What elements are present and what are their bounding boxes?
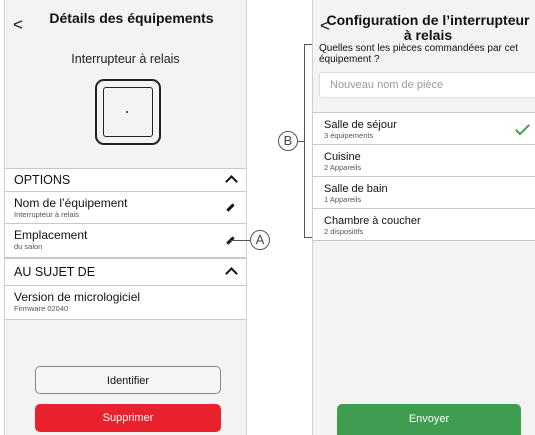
room-device-count: 2 Appareils (324, 163, 362, 172)
device-details-screen: < Détails des équipements Interrupteur à… (4, 0, 247, 435)
page-title: Détails des équipements (49, 10, 214, 26)
device-name-heading: Interrupteur à relais (71, 52, 180, 66)
new-room-input[interactable] (319, 72, 535, 98)
callout-a-leader (230, 240, 251, 241)
callout-b-badge: B (278, 131, 298, 151)
rooms-question: Quelles sont les pièces commandées par c… (319, 43, 518, 65)
room-list: Salle de séjour 3 équipements Cuisine 2 … (313, 112, 535, 241)
room-item-bathroom[interactable]: Salle de bain 1 Appareils (313, 177, 535, 209)
options-section-header[interactable]: OPTIONS (5, 168, 246, 192)
callout-a-badge: A (250, 230, 270, 250)
chevron-up-icon[interactable] (225, 175, 238, 188)
about-header-label: AU SUJET DE (14, 265, 96, 279)
equipment-name-label: Nom de l’équipement (14, 196, 128, 210)
location-value: du salon (14, 242, 43, 251)
firmware-row: Version de micrologiciel Firmware 02040 (5, 286, 246, 320)
page-title: Configuration de l’interrupteur à relais (326, 12, 530, 43)
delete-button[interactable]: Supprimer (35, 404, 221, 432)
room-item-living-room[interactable]: Salle de séjour 3 équipements (313, 113, 535, 145)
about-section-header[interactable]: AU SUJET DE (5, 258, 246, 286)
room-name: Cuisine (324, 151, 361, 163)
options-header-label: OPTIONS (14, 173, 71, 187)
firmware-label: Version de micrologiciel (14, 290, 141, 304)
location-row[interactable]: Emplacement du salon (5, 224, 246, 258)
location-label: Emplacement (14, 228, 88, 242)
send-button[interactable]: Envoyer (337, 404, 521, 435)
room-item-kitchen[interactable]: Cuisine 2 Appareils (313, 145, 535, 177)
room-name: Chambre à coucher (324, 215, 421, 227)
switch-plate (103, 87, 153, 137)
room-name: Salle de séjour (324, 119, 397, 131)
relay-switch-image (95, 79, 161, 145)
room-device-count: 1 Appareils (324, 195, 362, 204)
firmware-value: Firmware 02040 (14, 304, 69, 313)
room-device-count: 3 équipements (324, 131, 374, 140)
room-name: Salle de bain (324, 183, 388, 195)
room-item-bedroom[interactable]: Chambre à coucher 2 dispositifs (313, 209, 535, 241)
room-device-count: 2 dispositifs (324, 227, 364, 236)
relay-config-screen: < Configuration de l’interrupteur à rela… (312, 0, 535, 435)
equipment-name-value: Interrupteur à relais (14, 210, 80, 219)
chevron-up-icon[interactable] (225, 267, 238, 280)
equipment-name-row[interactable]: Nom de l’équipement Interrupteur à relai… (5, 192, 246, 224)
callout-b-leader (297, 141, 305, 142)
indicator-dot (126, 111, 128, 113)
identify-button[interactable]: Identifier (35, 366, 221, 394)
